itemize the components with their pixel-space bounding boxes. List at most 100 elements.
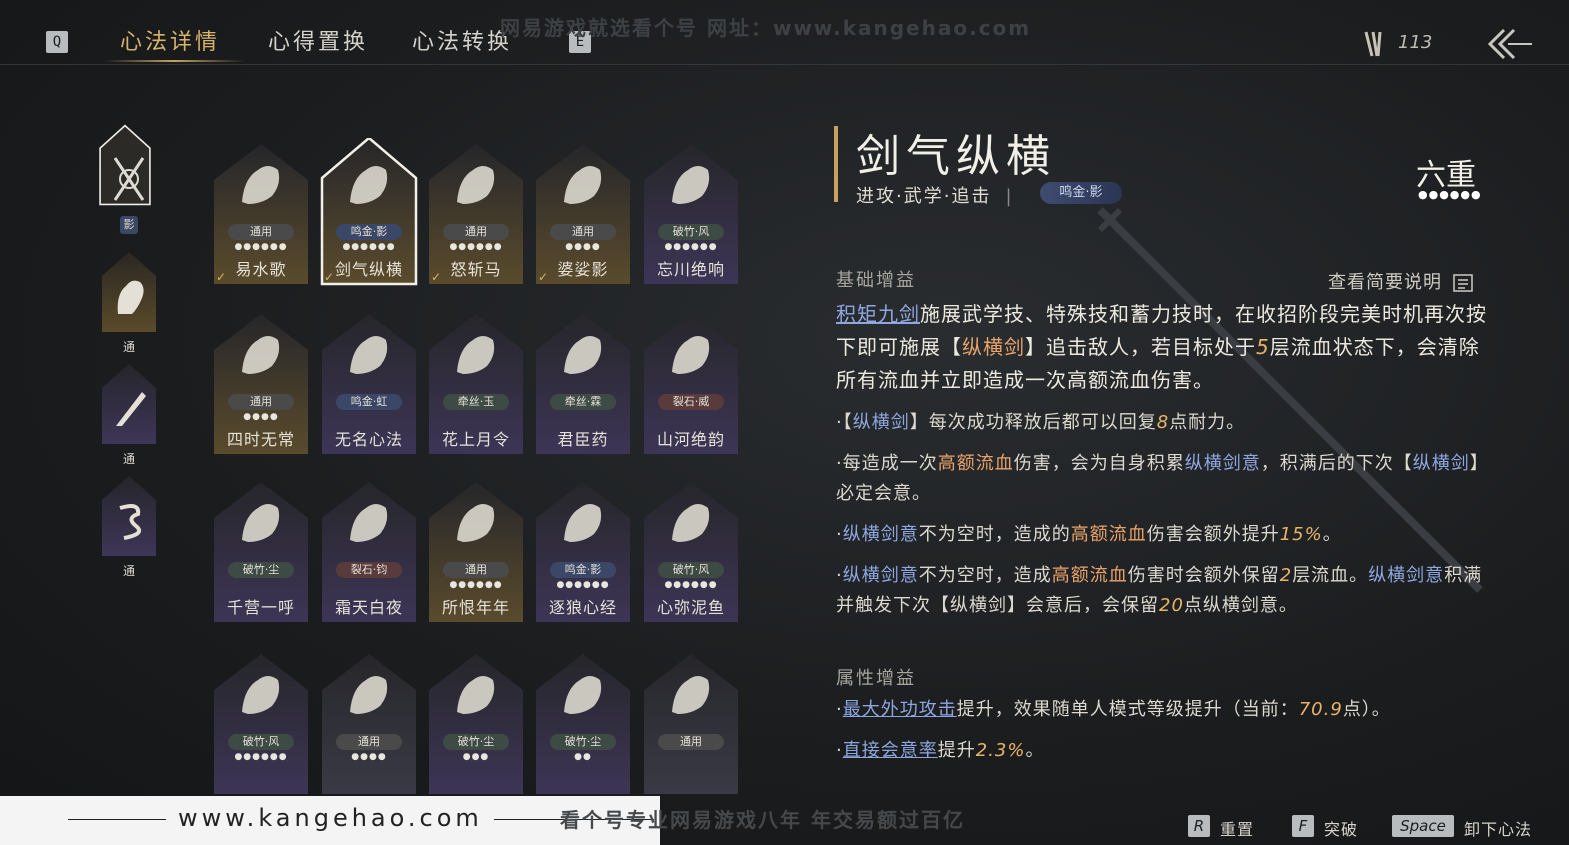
blade-icon [116,392,146,426]
dragon-icon [564,166,602,204]
skill-title: 剑气纵横 [856,131,1056,182]
skill-card[interactable]: 通用 ●●●●●● 所恨年年 [427,476,525,624]
skill-card[interactable]: 裂石·钧霜天白夜 [320,476,418,624]
banner-line-left [68,819,166,820]
site-url: www.kangehao.com [178,804,483,832]
skill-card[interactable]: 通用 [642,648,740,796]
hand-icon [564,676,602,714]
skill-card-tag: 通用 [443,224,509,240]
back-button[interactable] [1486,26,1536,62]
skill-card-tag: 通用 [550,224,616,240]
spear-icon [350,504,388,542]
skill-card[interactable]: 裂石·威 山河绝韵 [642,308,740,456]
skill-card[interactable]: 通用 ●●●● 四时无常 [212,308,310,456]
effect-bullet-1: ·【纵横剑】每次成功释放后都可以回复8点耐力。 [836,412,1246,433]
type-filter-3[interactable]: 通 [100,474,158,578]
skill-card-level-dots: ●●●●●● [664,242,718,252]
link-max-external-attack[interactable]: 最大外功攻击 [843,699,957,720]
skill-card-tag: 鸣金·影 [336,224,402,240]
watermark-bottom: 看个号专业网易游戏八年 年交易额过百亿 [560,808,965,832]
unequip-key[interactable]: Space [1392,815,1454,837]
skill-card[interactable]: 牵丝·霖 君臣药 [534,308,632,456]
effect-main: 积矩九剑施展武学技、特殊技和蓄力技时，在收招阶段完美时机再次按下即可施展【纵横剑… [836,302,1487,392]
skill-card[interactable]: 破竹·尘 ●●● [427,648,525,796]
skill-card[interactable]: 破竹·风 ●●●●●● 心弥泥鱼 [642,476,740,624]
skill-card-level-dots: ●●●● [351,752,387,762]
skill-card-tag: 通用 [228,224,294,240]
bird-icon [350,676,388,714]
horse-icon [117,280,144,314]
attribute-bullet-1: ·最大外功攻击提升，效果随单人模式等级提升（当前：70.9点）。 [836,699,1391,720]
tab-skill-details[interactable]: 心法详情 [120,24,220,56]
skill-card-level-dots: ●●●●●● [234,242,288,252]
equipped-check-icon: ✓ [324,270,335,284]
skill-card-name: 易水歌 [235,260,287,279]
link-direct-crit-rate[interactable]: 直接会意率 [843,740,938,761]
skill-card-level-dots: ●●●● [565,242,601,252]
breakthrough-label: 突破 [1324,820,1359,839]
type-filter-1[interactable]: 通 [100,250,158,354]
skill-card-name: 怒斩马 [450,260,502,279]
skill-card-tag: 裂石·钧 [336,562,402,578]
skill-card[interactable]: 通用 ●●●●●● 怒斩马 ✓ [427,138,525,286]
prev-tab-key[interactable]: Q [46,31,68,53]
tree-icon [457,676,495,714]
skill-card-name: 逐狼心经 [548,598,617,617]
tab-skill-convert[interactable]: 心法转换 [412,24,512,56]
skill-card[interactable]: 破竹·尘 千营一呼 [212,476,310,624]
type-filter-2[interactable]: 通 [100,362,158,466]
skill-card[interactable]: 通用 ●●●● 婆娑影 ✓ [534,138,632,286]
type-label-2: 通 [122,452,135,466]
skill-card-level-dots: ●● [574,752,592,762]
skill-card[interactable]: 鸣金·虹 无名心法 [320,308,418,456]
type-label-3: 通 [122,564,135,578]
horse-icon [242,166,280,204]
skill-card-name: 剑气纵横 [334,260,403,279]
skill-card[interactable]: 鸣金·影 ●●●●●● 逐狼心经 [534,476,632,624]
basic-boost-title: 基础增益 [836,270,916,291]
skill-card[interactable]: 破竹·风 ●●●●●● 忘川绝响 [642,138,740,286]
skill-card-level-dots: ●●●●●● [664,580,718,590]
equipped-check-icon: ✓ [431,270,442,284]
skill-card-tag: 破竹·风 [228,734,294,750]
skill-card[interactable]: 破竹·尘 ●● [534,648,632,796]
view-summary-link[interactable]: 查看简要说明 [1328,268,1473,294]
flag-icon [242,504,280,542]
effect-bullet-2: ·每造成一次高额流血伤害，会为自身积累纵横剑意，积满后的下次【纵横剑】必定会意。 [836,453,1489,504]
skill-card-name: 霜天白夜 [334,598,403,617]
type-filter-0[interactable]: 影 [96,124,162,234]
reset-key[interactable]: R [1188,815,1210,837]
skill-card[interactable]: 鸣金·影 ●●●●●● 剑气纵横 ✓ [320,138,418,286]
skill-card-level-dots: ●●●●●● [342,242,396,252]
skill-card-level-dots: ●●●●●● [234,752,288,762]
breakthrough-key[interactable]: F [1292,815,1314,837]
skill-card-name: 花上月令 [441,430,510,449]
skill-card[interactable]: 牵丝·玉 花上月令 [427,308,525,456]
skill-card[interactable]: 通用 ●●●●●● 易水歌 ✓ [212,138,310,286]
skill-card-name: 所恨年年 [441,598,510,617]
watermark-top: 网易游戏就选看个号 网址：www.kangehao.com [500,16,1032,40]
equipped-check-icon: ✓ [538,270,549,284]
top-bar: Q 心法详情 心得置换 心法转换 E 网易游戏就选看个号 网址：www.kang… [0,0,1569,65]
skill-card[interactable]: 破竹·风 ●●●●●● [212,648,310,796]
tab-insight-swap[interactable]: 心得置换 [268,24,368,56]
skill-card-tag: 通用 [228,394,294,410]
mask-icon [672,166,710,204]
mountain-icon [672,336,710,374]
reset-label: 重置 [1220,820,1255,839]
wolf-icon [564,504,602,542]
flower-icon [457,336,495,374]
link-jiju-sword[interactable]: 积矩九剑 [836,302,920,326]
swallow-icon [672,676,710,714]
skill-subtitle: 进攻·武学·追击 | [856,186,1014,207]
skill-card[interactable]: 通用 ●●●● [320,648,418,796]
crossed-swords-icon [350,166,388,204]
crossed-swords-icon [113,157,145,201]
skill-card-tag: 破竹·风 [658,562,724,578]
skill-card-name: 山河绝韵 [656,430,725,449]
skill-card-level-dots: ●●● [462,752,490,762]
attribute-bullet-2: ·直接会意率提升2.3%。 [836,740,1045,761]
currency-value: 113 [1398,32,1433,53]
title-accent-bar [834,126,838,202]
list-icon [1452,274,1473,292]
